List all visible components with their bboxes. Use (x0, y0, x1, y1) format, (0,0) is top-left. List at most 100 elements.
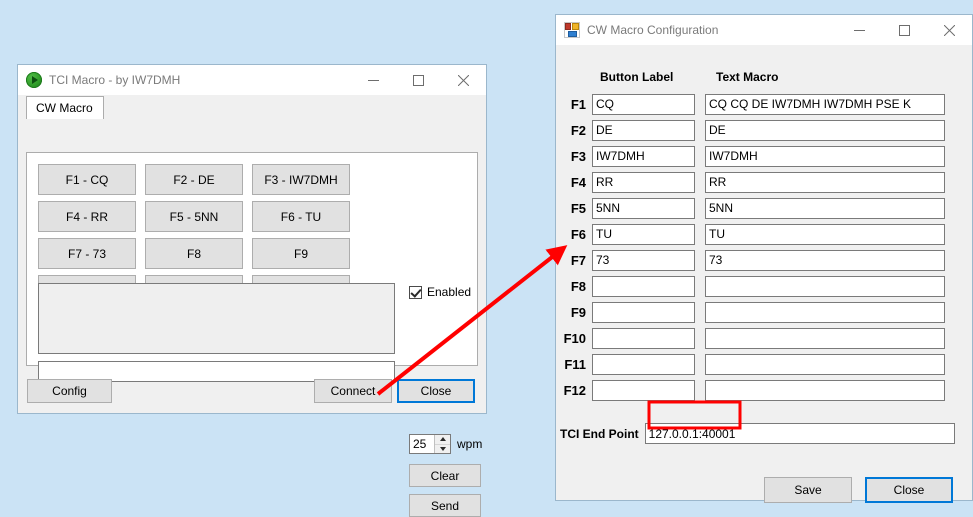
fkey-label-f5: F5 (570, 200, 586, 216)
fkey-label-f4: F4 (570, 174, 586, 190)
fkey-label-f1: F1 (570, 96, 586, 112)
macro-button-f1[interactable]: F1 - CQ (38, 164, 136, 195)
macro-button-f6[interactable]: F6 - TU (252, 201, 350, 232)
tci-tabstrip: CW Macro (18, 95, 486, 119)
button-label-input-f1[interactable] (592, 93, 695, 115)
text-macro-input-f10[interactable] (705, 327, 945, 349)
column-header-button-label: Button Label (600, 70, 674, 84)
config-body: Button Label Text Macro F1 F2 F3 F4 F5 (556, 45, 972, 503)
fkey-label-f6: F6 (570, 226, 586, 242)
fkey-label-f12: F12 (563, 382, 586, 398)
text-macro-input-f3[interactable] (705, 145, 945, 167)
macro-button-f2[interactable]: F2 - DE (145, 164, 243, 195)
macro-button-f9[interactable]: F9 (252, 238, 350, 269)
text-macro-input-f2[interactable] (705, 119, 945, 141)
button-label-input-f2[interactable] (592, 119, 695, 141)
button-label-input-f7[interactable] (592, 249, 695, 271)
button-label-input-f10[interactable] (592, 327, 695, 349)
tci-endpoint-label: TCI End Point (560, 426, 639, 441)
tab-cw-macro[interactable]: CW Macro (26, 96, 104, 119)
button-label-input-f6[interactable] (592, 223, 695, 245)
maximize-icon[interactable] (882, 15, 927, 45)
config-row-f10: F10 (556, 325, 945, 351)
tci-caption-buttons (351, 65, 486, 95)
close-button[interactable]: Close (397, 379, 475, 403)
config-row-f12: F12 (556, 377, 945, 403)
config-row-f5: F5 (556, 195, 945, 221)
tci-window-title: TCI Macro - by IW7DMH (49, 73, 181, 87)
config-close-button[interactable]: Close (865, 477, 953, 503)
wpm-stepper-arrows (434, 435, 450, 453)
macro-button-f3[interactable]: F3 - IW7DMH (252, 164, 350, 195)
wpm-decrement-button[interactable] (435, 445, 450, 454)
minimize-icon[interactable] (837, 15, 882, 45)
config-row-f6: F6 (556, 221, 945, 247)
config-titlebar[interactable]: CW Macro Configuration (556, 15, 972, 45)
fkey-label-f11: F11 (564, 356, 586, 372)
chevron-up-icon (439, 437, 446, 442)
config-row-f4: F4 (556, 169, 945, 195)
close-icon[interactable] (441, 65, 486, 95)
cw-macro-tab-panel: F1 - CQ F2 - DE F3 - IW7DMH F4 - RR F5 -… (26, 152, 482, 517)
config-row-f8: F8 (556, 273, 945, 299)
fkey-label-f7: F7 (570, 252, 586, 268)
wpm-stepper[interactable]: 25 (409, 434, 451, 454)
config-caption-buttons (837, 15, 972, 45)
cw-macro-configuration-window: CW Macro Configuration Button Label Text… (555, 14, 973, 503)
winforms-app-icon (564, 22, 580, 38)
enabled-checkbox-label: Enabled (427, 285, 472, 299)
clear-button[interactable]: Clear (409, 464, 481, 487)
maximize-icon[interactable] (396, 65, 441, 95)
button-label-input-f8[interactable] (592, 275, 695, 297)
wpm-value[interactable]: 25 (410, 435, 434, 453)
macro-button-f4[interactable]: F4 - RR (38, 201, 136, 232)
macro-button-f5[interactable]: F5 - 5NN (145, 201, 243, 232)
wpm-increment-button[interactable] (435, 435, 450, 445)
config-row-f9: F9 (556, 299, 945, 325)
config-button[interactable]: Config (27, 379, 112, 403)
button-label-input-f9[interactable] (592, 301, 695, 323)
button-label-input-f5[interactable] (592, 197, 695, 219)
text-macro-input-f12[interactable] (705, 379, 945, 401)
text-macro-input-f6[interactable] (705, 223, 945, 245)
minimize-icon[interactable] (351, 65, 396, 95)
button-label-input-f11[interactable] (592, 353, 695, 375)
enabled-checkbox[interactable] (409, 285, 422, 299)
text-macro-input-f9[interactable] (705, 301, 945, 323)
macro-button-f8[interactable]: F8 (145, 238, 243, 269)
text-macro-input-f1[interactable] (705, 93, 945, 115)
config-row-f11: F11 (556, 351, 945, 377)
button-label-input-f4[interactable] (592, 171, 695, 193)
macro-button-f7[interactable]: F7 - 73 (38, 238, 136, 269)
close-icon[interactable] (927, 15, 972, 45)
text-macro-input-f4[interactable] (705, 171, 945, 193)
enabled-checkbox-row[interactable]: Enabled (409, 285, 471, 299)
config-row-f3: F3 (556, 143, 945, 169)
text-macro-input-f7[interactable] (705, 249, 945, 271)
config-row-f2: F2 (556, 117, 945, 143)
column-header-text-macro: Text Macro (716, 70, 779, 84)
text-macro-input-f11[interactable] (705, 353, 945, 375)
tci-titlebar[interactable]: TCI Macro - by IW7DMH (18, 65, 486, 95)
send-button[interactable]: Send (409, 494, 481, 517)
connect-button[interactable]: Connect (314, 379, 392, 403)
green-play-circle-icon (26, 72, 42, 88)
cw-output-textarea[interactable] (38, 283, 395, 354)
fkey-label-f2: F2 (570, 122, 586, 138)
tci-endpoint-input[interactable] (644, 423, 955, 444)
wpm-unit-label: wpm (457, 437, 483, 451)
fkey-label-f9: F9 (570, 304, 586, 320)
save-button[interactable]: Save (764, 477, 852, 503)
wpm-spinner-row: 25 wpm (409, 434, 482, 454)
fkey-label-f3: F3 (570, 148, 586, 164)
tci-endpoint-row: TCI End Point (556, 423, 955, 444)
tci-macro-window: TCI Macro - by IW7DMH CW Macro F1 - CQ F… (17, 64, 487, 517)
button-label-input-f3[interactable] (592, 145, 695, 167)
text-macro-input-f5[interactable] (705, 197, 945, 219)
text-macro-input-f8[interactable] (705, 275, 945, 297)
config-window-title: CW Macro Configuration (587, 23, 719, 37)
config-row-f1: F1 (556, 91, 945, 117)
config-row-f7: F7 (556, 247, 945, 273)
fkey-label-f8: F8 (570, 278, 586, 294)
button-label-input-f12[interactable] (592, 379, 695, 401)
